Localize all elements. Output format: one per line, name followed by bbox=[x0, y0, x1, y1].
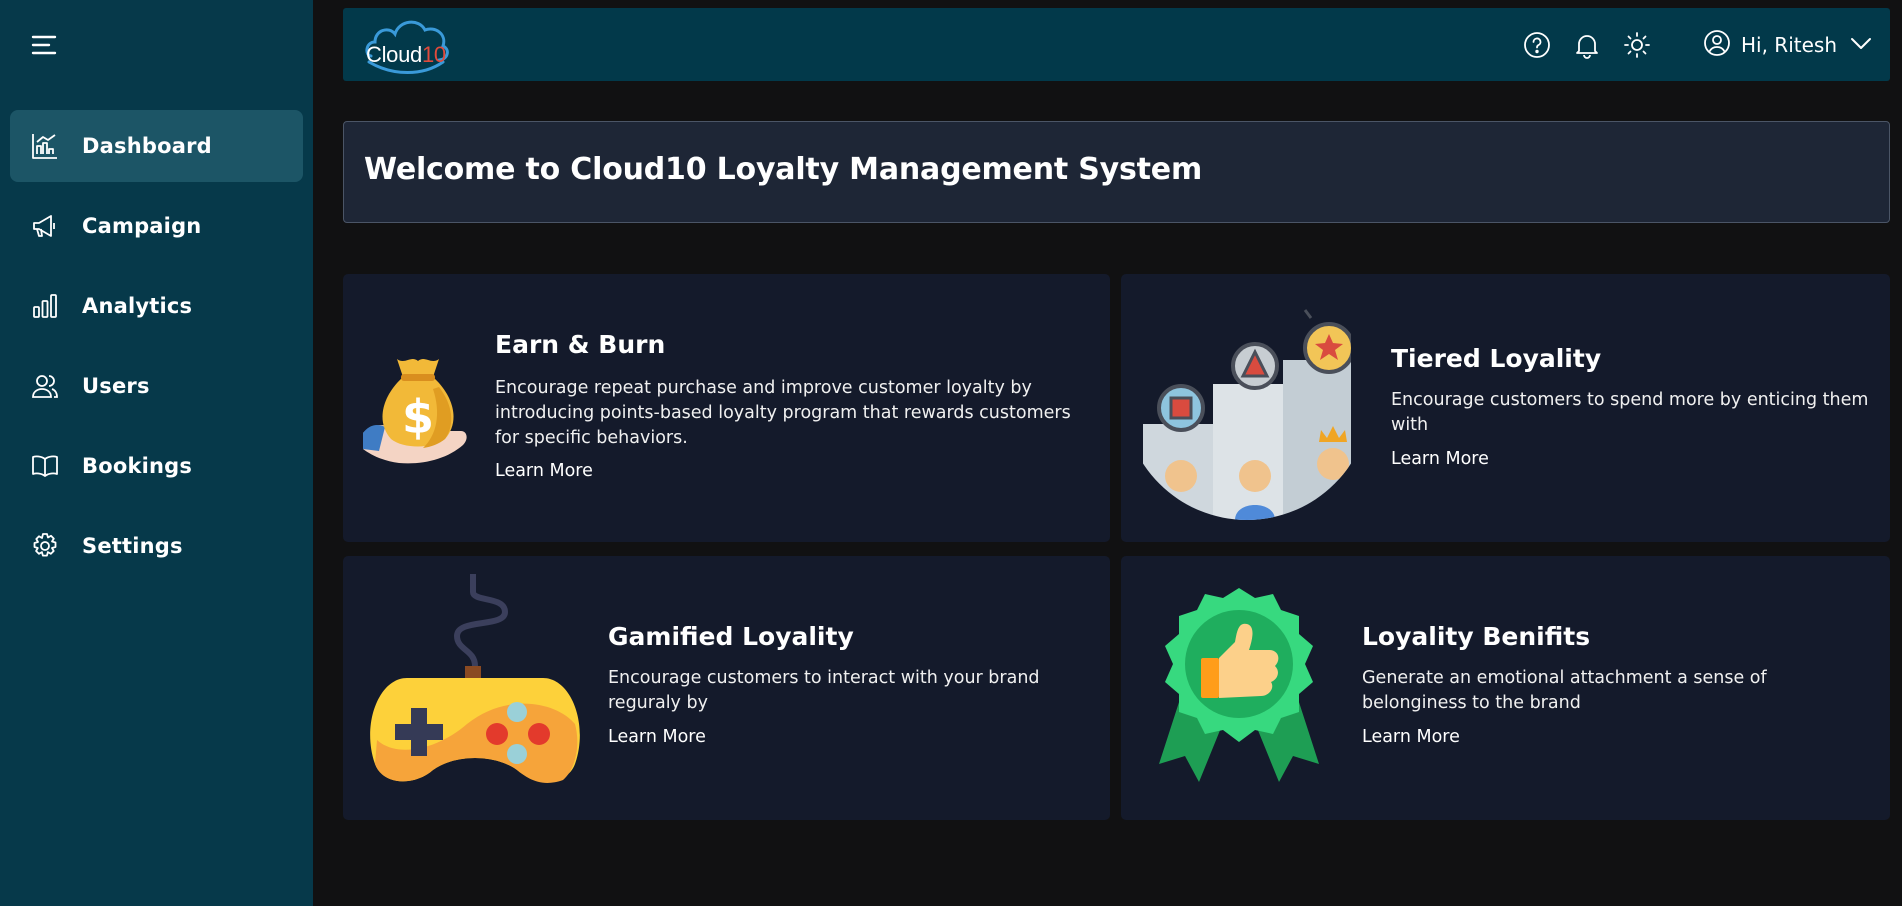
sidebar-item-bookings[interactable]: Bookings bbox=[10, 430, 303, 502]
logo-text: Cloud10 bbox=[366, 42, 446, 67]
card-gamified-loyalty: Gamified Loyality Encourage customers to… bbox=[343, 556, 1110, 820]
card-title: Tiered Loyality bbox=[1391, 344, 1602, 373]
user-greeting: Hi, Ritesh bbox=[1741, 33, 1838, 57]
podium-icon bbox=[1143, 309, 1351, 520]
sidebar-item-label: Campaign bbox=[82, 214, 202, 238]
card-title: Earn & Burn bbox=[495, 330, 666, 359]
sidebar-item-label: Bookings bbox=[82, 454, 193, 478]
sidebar-item-label: Dashboard bbox=[82, 134, 212, 158]
sidebar-item-settings[interactable]: Settings bbox=[10, 510, 303, 582]
card-description: Encourage customers to spend more by ent… bbox=[1391, 390, 1869, 435]
sidebar-item-analytics[interactable]: Analytics bbox=[10, 270, 303, 342]
top-bar: Cloud10 Hi, Ritesh bbox=[343, 8, 1890, 81]
welcome-banner: Welcome to Cloud10 Loyalty Management Sy… bbox=[343, 121, 1890, 223]
sidebar: Dashboard Campaign Analytics Users Booki… bbox=[0, 0, 313, 906]
megaphone-icon bbox=[30, 211, 60, 241]
user-menu[interactable]: Hi, Ritesh bbox=[1703, 26, 1873, 64]
award-badge-icon bbox=[1159, 588, 1319, 782]
gamepad-icon bbox=[370, 574, 580, 783]
chevron-down-icon bbox=[1849, 31, 1873, 59]
learn-more-link[interactable]: Learn More bbox=[495, 461, 593, 481]
help-icon[interactable] bbox=[1521, 29, 1553, 61]
sidebar-item-label: Analytics bbox=[82, 294, 193, 318]
user-avatar-icon bbox=[1703, 29, 1731, 61]
sidebar-nav: Dashboard Campaign Analytics Users Booki… bbox=[10, 110, 303, 590]
sidebar-item-label: Users bbox=[82, 374, 150, 398]
theme-sun-icon[interactable] bbox=[1621, 29, 1653, 61]
book-icon bbox=[30, 451, 60, 481]
card-tiered-loyalty: Tiered Loyality Encourage customers to s… bbox=[1121, 274, 1890, 542]
sidebar-item-dashboard[interactable]: Dashboard bbox=[10, 110, 303, 182]
brand-logo[interactable]: Cloud10 bbox=[363, 12, 453, 76]
learn-more-link[interactable]: Learn More bbox=[608, 727, 706, 747]
svg-text:$: $ bbox=[402, 390, 434, 444]
card-earn-burn: $ Earn & Burn Encourage repeat purchase … bbox=[343, 274, 1110, 542]
card-title: Gamified Loyality bbox=[608, 622, 854, 651]
gear-icon bbox=[30, 531, 60, 561]
bar-chart-icon bbox=[30, 291, 60, 321]
sidebar-item-label: Settings bbox=[82, 534, 183, 558]
sidebar-item-users[interactable]: Users bbox=[10, 350, 303, 422]
sidebar-item-campaign[interactable]: Campaign bbox=[10, 190, 303, 262]
card-description: Encourage repeat purchase and improve cu… bbox=[495, 378, 1071, 448]
users-icon bbox=[30, 371, 60, 401]
card-title: Loyality Benifits bbox=[1362, 622, 1591, 651]
bell-icon[interactable] bbox=[1571, 29, 1603, 61]
money-bag-icon: $ bbox=[363, 359, 467, 464]
menu-toggle-icon[interactable] bbox=[30, 34, 60, 56]
learn-more-link[interactable]: Learn More bbox=[1391, 449, 1489, 469]
dashboard-chart-icon bbox=[30, 131, 60, 161]
card-loyalty-benefits: Loyality Benifits Generate an emotional … bbox=[1121, 556, 1890, 820]
learn-more-link[interactable]: Learn More bbox=[1362, 727, 1460, 747]
card-description: Encourage customers to interact with you… bbox=[608, 668, 1040, 713]
card-description: Generate an emotional attachment a sense… bbox=[1362, 668, 1767, 713]
page-title: Welcome to Cloud10 Loyalty Management Sy… bbox=[364, 152, 1203, 187]
